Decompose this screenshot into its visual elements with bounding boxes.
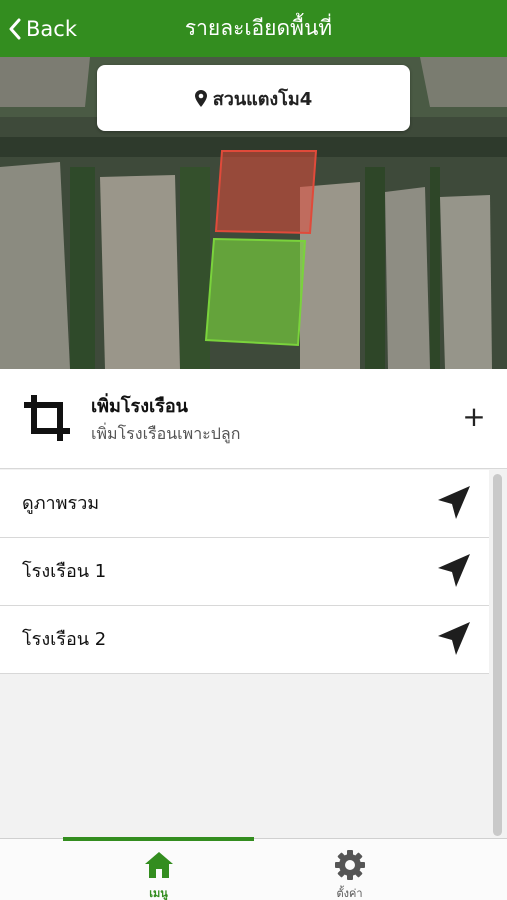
add-greenhouse-row[interactable]: เพิ่มโรงเรือน เพิ่มโรงเรือนเพาะปลูก + <box>0 369 507 469</box>
map-pin-icon <box>194 89 207 107</box>
zone-green[interactable] <box>204 237 307 347</box>
list-item-label: โรงเรือน 1 <box>22 561 107 582</box>
add-greenhouse-title: เพิ่มโรงเรือน <box>91 396 188 417</box>
navigation-arrow-icon[interactable] <box>434 552 472 590</box>
list-item-greenhouse-2[interactable]: โรงเรือน 2 <box>0 606 489 674</box>
home-icon <box>145 852 173 878</box>
list-item-overview[interactable]: ดูภาพรวม <box>0 470 489 538</box>
tab-menu-label: เมนู <box>149 887 168 900</box>
list-item-greenhouse-1[interactable]: โรงเรือน 1 <box>0 538 489 606</box>
navigation-arrow-icon[interactable] <box>434 620 472 658</box>
plus-icon[interactable]: + <box>460 402 488 432</box>
list-scrollbar[interactable] <box>493 474 502 836</box>
crop-icon <box>24 395 70 441</box>
app-header: Back รายละเอียดพื้นที่ <box>0 0 507 57</box>
gear-icon <box>335 850 365 880</box>
bottom-tab-bar: เมนู ตั้งค่า <box>0 837 507 900</box>
satellite-map[interactable]: สวนแตงโม4 <box>0 57 507 369</box>
navigation-arrow-icon[interactable] <box>434 484 472 522</box>
tab-menu[interactable]: เมนู <box>63 839 254 900</box>
list-item-label: ดูภาพรวม <box>22 493 100 514</box>
location-name: สวนแตงโม4 <box>212 88 313 110</box>
location-card: สวนแตงโม4 <box>97 65 410 131</box>
list-item-label: โรงเรือน 2 <box>22 629 107 650</box>
tab-settings-label: ตั้งค่า <box>336 887 363 900</box>
zone-red[interactable] <box>214 150 318 235</box>
add-greenhouse-subtitle: เพิ่มโรงเรือนเพาะปลูก <box>91 424 241 443</box>
page-title: รายละเอียดพื้นที่ <box>184 16 333 40</box>
tab-settings[interactable]: ตั้งค่า <box>254 839 445 900</box>
greenhouse-list: ดูภาพรวม โรงเรือน 1 โรงเรือน 2 <box>0 470 489 674</box>
